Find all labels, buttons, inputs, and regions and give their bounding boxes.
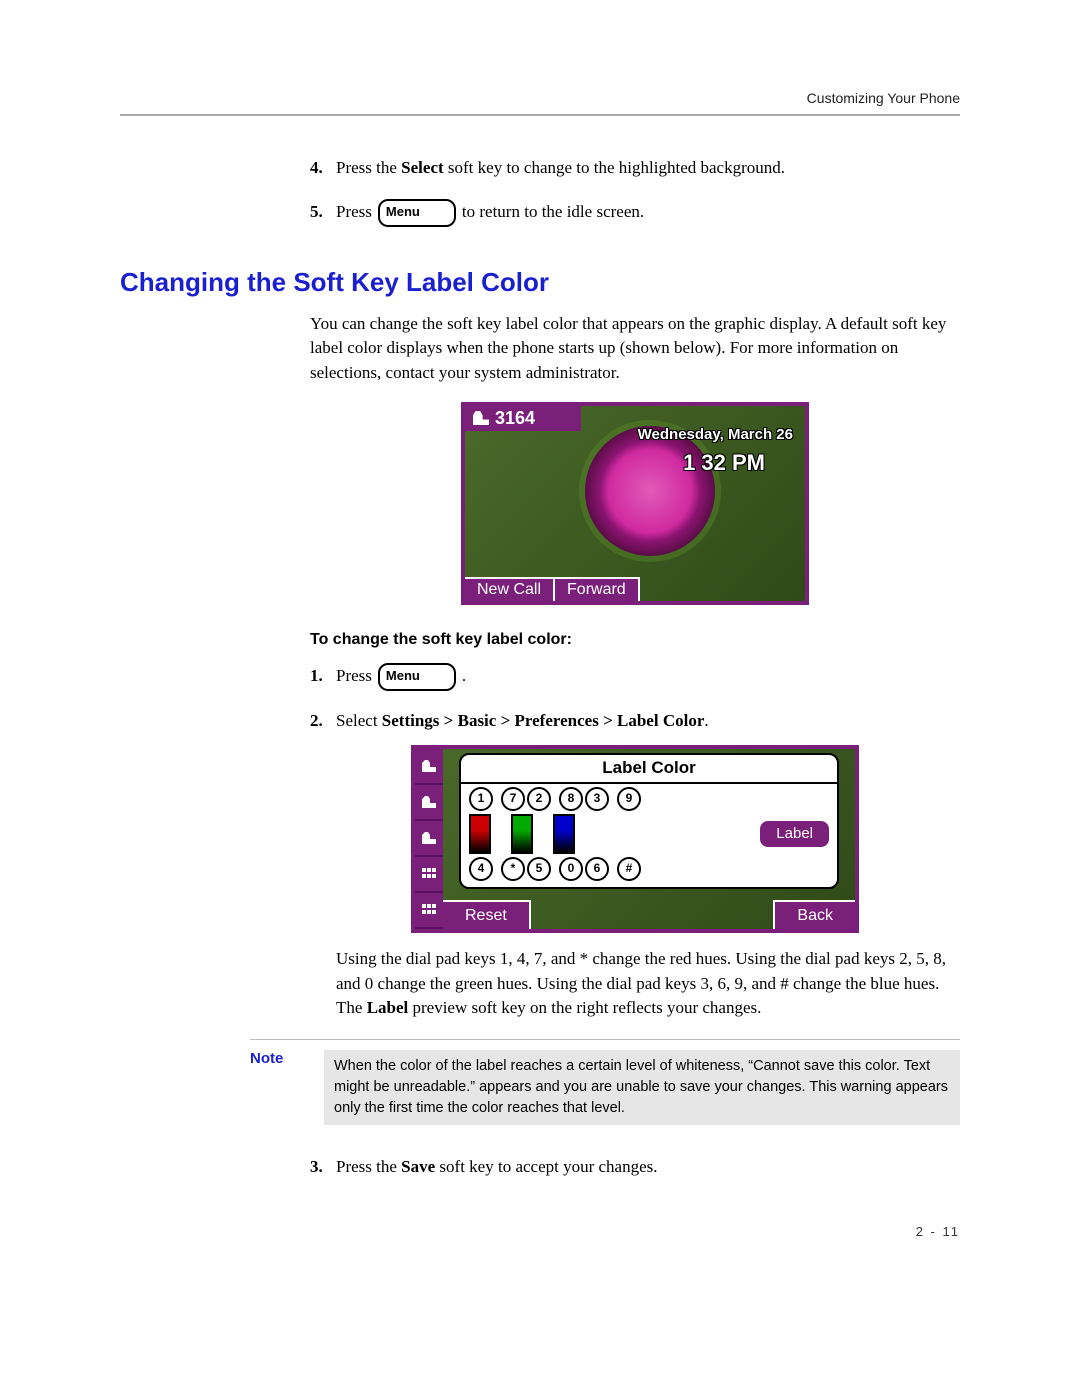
key-row-top: 1 72 83 9	[461, 784, 837, 811]
note-label: Note	[250, 1050, 298, 1067]
line-icon	[415, 821, 443, 857]
wallpaper-flower	[585, 426, 715, 556]
hue-instructions: Using the dial pad keys 1, 4, 7, and * c…	[336, 947, 960, 1021]
red-slider	[469, 814, 491, 854]
step-4: 4. Press the Select soft key to change t…	[310, 156, 960, 181]
step-number: 5.	[310, 200, 336, 225]
procedure-subhead: To change the soft key label color:	[310, 631, 960, 649]
line-tab: 3164	[465, 406, 581, 431]
section-heading: Changing the Soft Key Label Color	[120, 267, 960, 298]
label-preview: Label	[760, 821, 829, 847]
page-number: 2 - 11	[120, 1224, 960, 1239]
note-text: When the color of the label reaches a ce…	[324, 1050, 960, 1125]
panel-title: Label Color	[461, 755, 837, 784]
line-icon	[415, 749, 443, 785]
softkey-newcall: New Call	[465, 577, 555, 601]
note-block: Note When the color of the label reaches…	[250, 1039, 960, 1125]
step-b2: 2. Select Settings > Basic > Preferences…	[310, 709, 960, 1022]
label-color-screenshot: Label Color 1 72 83 9	[411, 745, 859, 933]
idle-time: 1 32 PM	[683, 450, 765, 476]
grid-icon	[415, 857, 443, 893]
intro-paragraph: You can change the soft key label color …	[310, 312, 960, 386]
slider-row: Label	[461, 811, 837, 854]
menu-key-icon: Menu	[378, 663, 456, 691]
header-rule	[120, 114, 960, 116]
key-row-bottom: 4 *5 06 #	[461, 854, 837, 881]
step-5: 5. Press Menu to return to the idle scre…	[310, 199, 960, 227]
step-number: 4.	[310, 156, 336, 181]
line-icon	[415, 785, 443, 821]
idle-date: Wednesday, March 26	[638, 426, 793, 443]
grid-icon	[415, 893, 443, 929]
running-header: Customizing Your Phone	[120, 90, 960, 106]
step-b1: 1. Press Menu .	[310, 663, 960, 691]
phone-idle-screenshot: 3164 Wednesday, March 26 1 32 PM New Cal…	[461, 402, 809, 605]
phone-icon	[473, 411, 489, 425]
softkey-reset: Reset	[443, 900, 531, 929]
blue-slider	[553, 814, 575, 854]
green-slider	[511, 814, 533, 854]
step-b3: 3. Press the Save soft key to accept you…	[310, 1155, 960, 1180]
softkey-back: Back	[773, 900, 855, 929]
menu-key-icon: Menu	[378, 199, 456, 227]
softkey-forward: Forward	[555, 577, 640, 601]
